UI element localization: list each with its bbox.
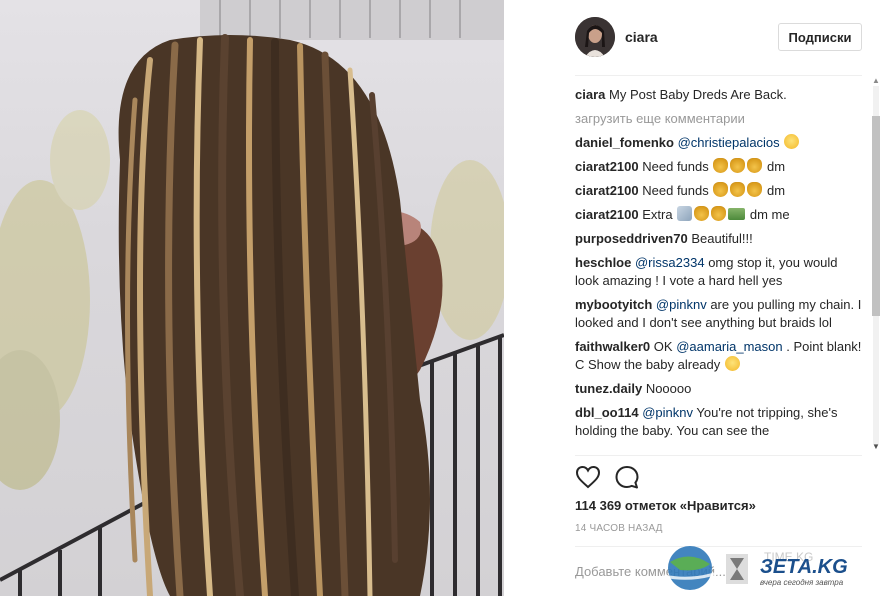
comment-text: Beautiful!!! [691,231,753,246]
comment-author[interactable]: ciarat2100 [575,183,639,198]
comment-item: daniel_fomenko @christiepalacios [575,134,862,152]
comment-item: ciarat2100 Extra dm me [575,206,862,224]
comment-author[interactable]: tunez.daily [575,381,642,396]
sparkle-emoji-icon [677,206,693,221]
caption-text: My Post Baby Dreds Are Back. [609,87,787,102]
comment-author[interactable]: purposeddriven70 [575,231,688,246]
heart-icon [575,465,601,489]
comment-text: Need funds [642,183,709,198]
comment-author[interactable]: mybootyitch [575,297,652,312]
bag-emoji-icon [711,206,727,221]
bill-emoji-icon [728,208,746,220]
comment-item: ciarat2100 Need funds dm [575,158,862,176]
comment-mention-link[interactable]: @christiepalacios [678,135,780,150]
face-emoji-icon [784,134,800,149]
bag-emoji-icon [747,158,763,173]
comment-author[interactable]: heschloe [575,255,631,270]
post-username[interactable]: ciara [625,29,658,45]
comment-item: purposeddriven70 Beautiful!!! [575,230,862,248]
comment-mention-link[interactable]: @rissa2334 [635,255,705,270]
caption: ciara My Post Baby Dreds Are Back. [575,86,862,104]
comment-mention-link[interactable]: @aamaria_mason [676,339,782,354]
comment-item: tunez.daily Nooooo [575,380,862,398]
like-button[interactable] [575,465,601,489]
bag-emoji-icon [730,158,746,173]
comment-author[interactable]: ciarat2100 [575,207,639,222]
comment-item: dbl_oo114 @pinknv You're not tripping, s… [575,404,862,440]
following-button[interactable]: Подписки [778,23,862,51]
globe-icon [663,546,748,590]
post-side-panel: ciara Подписки ciara My Post Baby Dreds … [504,0,882,596]
comment-bubble-icon [615,466,639,489]
comment-text: OK [653,339,673,354]
comment-text: dm [767,183,786,198]
likes-count[interactable]: 114 369 отметок «Нравится» [575,498,756,513]
header-divider [575,75,862,76]
post-header: ciara Подписки [504,0,882,75]
comment-text: dm [767,159,786,174]
face-emoji-icon [724,356,740,371]
bag-emoji-icon [694,206,710,221]
comments-scrollbar[interactable]: ▲ ▼ [870,76,882,454]
comment-item: mybootyitch @pinknv are you pulling my c… [575,296,862,332]
photo-illustration [0,0,504,596]
watermark-tagline: вчера сегодня завтра [760,578,844,587]
avatar-image [575,17,615,57]
comment-text: Nooooo [645,381,692,396]
scroll-down-arrow-icon[interactable]: ▼ [872,442,880,451]
comment-item: ciarat2100 Need funds dm [575,182,862,200]
comment-text: Need funds [642,159,709,174]
caption-author[interactable]: ciara [575,87,605,102]
watermark-logo: TIME.KG ЗЕТА.KG вчера сегодня завтра [660,542,882,596]
load-more-comments-link[interactable]: загрузить еще комментарии [575,110,862,128]
bag-emoji-icon [713,158,729,173]
comment-author[interactable]: daniel_fomenko [575,135,674,150]
watermark-brand: ЗЕТА.KG [760,556,848,578]
avatar[interactable] [575,17,615,57]
actions-divider [575,455,862,456]
comment-button[interactable] [614,465,640,489]
comment-mention-link[interactable]: @pinknv [642,405,693,420]
comment-item: heschloe @rissa2334 omg stop it, you wou… [575,254,862,290]
bag-emoji-icon [730,182,746,197]
scroll-up-arrow-icon[interactable]: ▲ [872,76,880,85]
comment-author[interactable]: faithwalker0 [575,339,650,354]
comments-list: ciara My Post Baby Dreds Are Back. загру… [575,86,862,456]
scroll-thumb[interactable] [872,116,880,316]
comment-mention-link[interactable]: @pinknv [656,297,707,312]
post-photo[interactable] [0,0,504,596]
post-timestamp[interactable]: 14 ЧАСОВ НАЗАД [575,523,663,534]
comment-author[interactable]: ciarat2100 [575,159,639,174]
bag-emoji-icon [713,182,729,197]
instagram-post: ciara Подписки ciara My Post Baby Dreds … [0,0,882,596]
comment-author[interactable]: dbl_oo114 [575,405,639,420]
comment-item: faithwalker0 OK @aamaria_mason . Point b… [575,338,862,374]
comment-text: Extra [642,207,673,222]
comment-text: dm me [749,207,790,222]
bag-emoji-icon [747,182,763,197]
